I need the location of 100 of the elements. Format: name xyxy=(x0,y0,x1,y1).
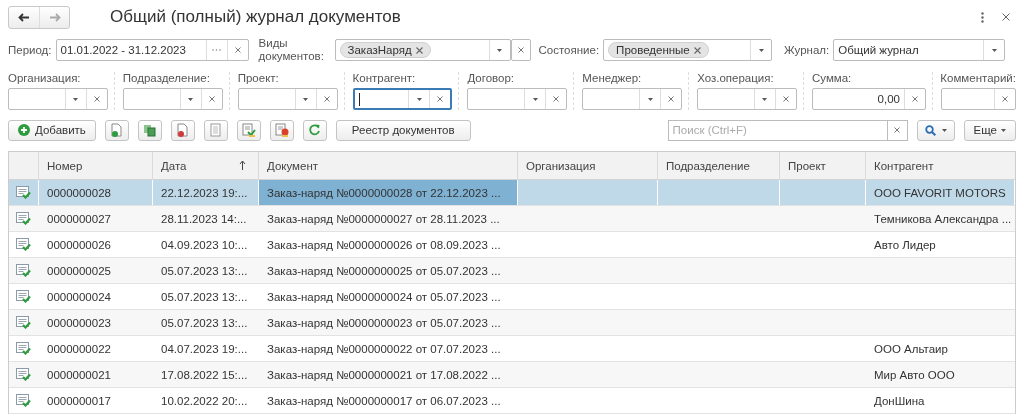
clear-icon[interactable] xyxy=(93,96,100,102)
filter-chip[interactable]: Проведенные xyxy=(608,42,709,58)
table-cell: 04.09.2023 10:... xyxy=(161,238,248,251)
clear-icon[interactable] xyxy=(208,96,215,102)
input-field[interactable] xyxy=(697,88,797,110)
dropdown-caret-icon[interactable] xyxy=(532,97,538,101)
table-row[interactable]: 0000000017 10.02.2022 20:... Заказ-наряд №0000000017 от 06.07.2023 ... ДонШина xyxy=(9,388,1015,414)
toolbar-button[interactable] xyxy=(236,119,261,141)
input-field[interactable]: 01.01.2022 - 31.12.2023 xyxy=(55,39,249,61)
copy-document-icon xyxy=(142,122,157,138)
field-label: Договор: xyxy=(467,72,516,84)
remove-icon[interactable] xyxy=(415,46,423,54)
dropdown-caret-icon[interactable] xyxy=(73,97,79,101)
field-label: Организация: xyxy=(8,72,82,84)
plus-icon xyxy=(18,124,30,136)
clear-icon[interactable] xyxy=(234,47,241,53)
table-cell: 0000000017 xyxy=(47,394,111,407)
clear-icon[interactable] xyxy=(553,96,560,102)
input-field[interactable]: Общий журнал xyxy=(833,39,1006,61)
close-icon[interactable] xyxy=(1002,13,1010,21)
clear-icon[interactable] xyxy=(912,96,918,102)
column-header[interactable]: Организация xyxy=(518,152,658,179)
input-field[interactable] xyxy=(941,88,1016,110)
add-button[interactable]: Добавить xyxy=(8,119,96,141)
toolbar-button[interactable] xyxy=(269,119,294,141)
input-field[interactable]: 0,00 xyxy=(812,88,926,110)
dropdown-caret-icon[interactable] xyxy=(188,97,194,101)
more-options-icon[interactable] xyxy=(981,11,984,23)
more-button[interactable]: Еще xyxy=(963,119,1016,141)
table-cell: Заказ-наряд №0000000022 от 07.07.2023 ... xyxy=(267,342,501,355)
field-value: Общий журнал xyxy=(838,44,919,56)
clear-icon[interactable] xyxy=(517,47,524,53)
table-cell: 05.07.2023 13:... xyxy=(161,264,248,277)
field-label: Проект: xyxy=(237,72,280,84)
table-row[interactable]: 0000000025 05.07.2023 13:... Заказ-наряд №0000000025 от 05.07.2023 ... xyxy=(9,258,1015,284)
clear-icon[interactable] xyxy=(783,96,789,102)
table-row[interactable]: 0000000028 22.12.2023 19:... Заказ-наряд №0000000028 от 22.12.2023 ... ООО FAVORIT MOTORS xyxy=(9,180,1015,206)
input-field[interactable]: Проведенные xyxy=(603,39,773,61)
dropdown-caret-icon[interactable] xyxy=(758,48,764,52)
table-cell: 04.07.2023 19:... xyxy=(161,342,248,355)
search-icon xyxy=(924,124,936,136)
document-icon xyxy=(208,122,223,138)
field-label: Виды документов: xyxy=(258,37,325,63)
dropdown-caret-icon[interactable] xyxy=(303,97,309,101)
table-cell: Заказ-наряд №0000000025 от 05.07.2023 ... xyxy=(267,264,501,277)
register-button[interactable]: Реестр документов xyxy=(335,119,471,141)
column-header[interactable]: Контрагент xyxy=(866,152,1015,179)
back-arrow-icon xyxy=(18,12,30,22)
column-header[interactable]: Подразделение xyxy=(658,152,780,179)
search-button[interactable] xyxy=(916,119,955,141)
table-row[interactable]: 0000000023 05.07.2023 13:... Заказ-наряд №0000000023 от 05.07.2023 ... xyxy=(9,310,1015,336)
dropdown-caret-icon[interactable] xyxy=(991,48,997,52)
clear-icon[interactable] xyxy=(1002,96,1008,102)
table-cell: Мир Авто ООО xyxy=(874,368,955,381)
field-label: Состояние: xyxy=(538,44,600,56)
field-value: 0,00 xyxy=(877,93,900,105)
dropdown-caret-icon[interactable] xyxy=(1001,128,1006,132)
field-value: 01.01.2022 - 31.12.2023 xyxy=(60,44,186,56)
column-header[interactable]: Дата xyxy=(153,152,259,179)
table-row[interactable]: 0000000027 28.11.2023 14:... Заказ-наряд №0000000027 от 28.11.2023 ... Темникова Александра ... xyxy=(9,206,1015,232)
table-cell: Заказ-наряд №0000000026 от 08.09.2023 ... xyxy=(267,238,501,251)
table-cell: Заказ-наряд №0000000027 от 28.11.2023 ... xyxy=(267,212,500,225)
toolbar-button[interactable] xyxy=(302,119,327,141)
column-header[interactable]: Номер xyxy=(39,152,153,179)
dropdown-caret-icon[interactable] xyxy=(416,97,422,101)
input-field[interactable] xyxy=(467,88,568,110)
field-label: Контрагент: xyxy=(352,72,417,84)
input-field[interactable] xyxy=(582,88,683,110)
table-cell: Заказ-наряд №0000000021 от 17.08.2022 ... xyxy=(267,368,501,381)
toolbar-button[interactable] xyxy=(137,119,162,141)
input-field[interactable] xyxy=(122,88,223,110)
dropdown-caret-icon[interactable] xyxy=(941,128,947,132)
input-field[interactable] xyxy=(237,88,338,110)
dropdown-caret-icon[interactable] xyxy=(762,97,768,101)
remove-icon[interactable] xyxy=(693,46,701,54)
column-header[interactable]: Документ xyxy=(259,152,518,179)
table-cell: 0000000024 xyxy=(47,290,111,303)
clear-icon[interactable] xyxy=(323,96,330,102)
search-field[interactable]: Поиск (Ctrl+F) xyxy=(667,119,888,141)
table-cell: Темникова Александра ... xyxy=(874,212,1012,225)
table-cell: Заказ-наряд №0000000024 от 05.07.2023 ... xyxy=(267,290,501,303)
table-cell: 28.11.2023 14:... xyxy=(161,212,247,225)
table-cell: ООО FAVORIT MOTORS xyxy=(874,186,1006,199)
column-header[interactable]: Проект xyxy=(780,152,866,179)
forward-arrow-icon xyxy=(48,12,61,22)
window-title: Общий (полный) журнал документов xyxy=(110,7,402,27)
table-cell: 0000000022 xyxy=(47,342,111,355)
input-field[interactable] xyxy=(8,88,108,110)
clear-icon[interactable] xyxy=(668,96,675,102)
toolbar-button[interactable] xyxy=(104,119,129,141)
input-field[interactable] xyxy=(352,88,453,110)
input-field[interactable]: ЗаказНаряд xyxy=(334,39,511,61)
clear-icon[interactable] xyxy=(437,96,444,102)
table-cell: 05.07.2023 13:... xyxy=(161,316,248,329)
dropdown-caret-icon[interactable] xyxy=(647,97,653,101)
toolbar-button[interactable] xyxy=(170,119,195,141)
dropdown-caret-icon[interactable] xyxy=(497,48,503,52)
filter-chip[interactable]: ЗаказНаряд xyxy=(339,42,431,58)
clear-icon[interactable] xyxy=(894,127,901,133)
table-row[interactable]: 0000000021 17.08.2022 15:... Заказ-наряд №0000000021 от 17.08.2022 ... Мир Авто ООО xyxy=(9,362,1015,388)
